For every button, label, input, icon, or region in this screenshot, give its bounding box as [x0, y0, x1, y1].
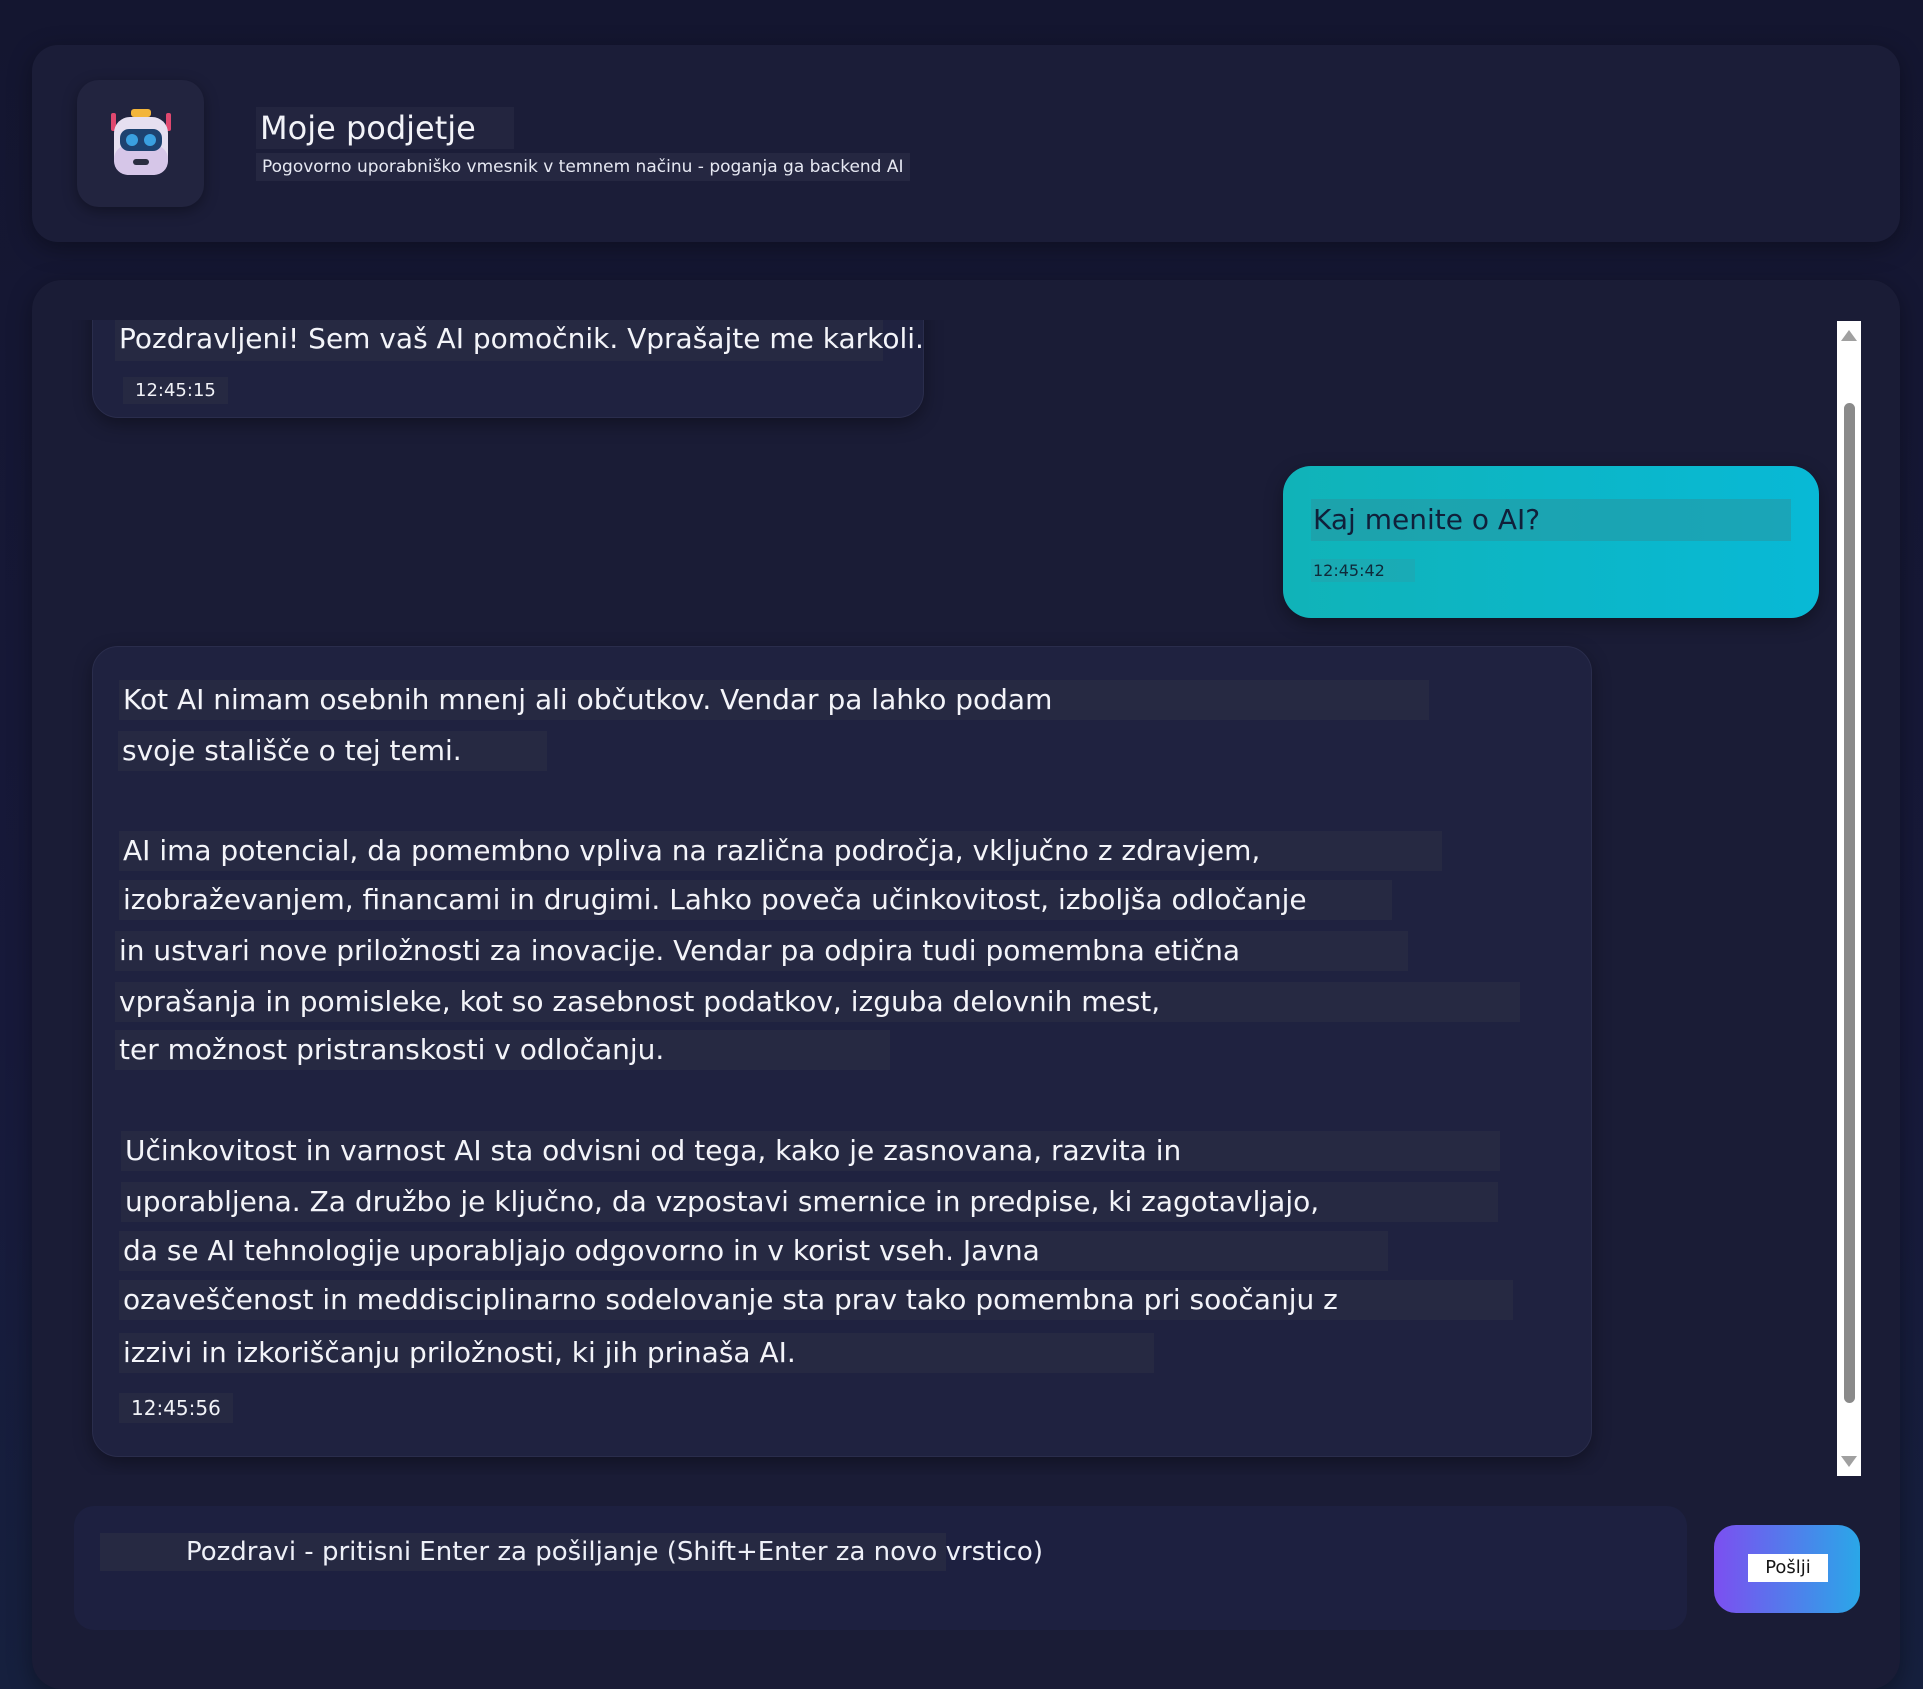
message-line: izzivi in izkoriščanju priložnosti, ki j… [119, 1333, 1154, 1373]
message-line: Kaj menite o AI? [1311, 499, 1791, 541]
send-button[interactable]: Pošlji [1714, 1525, 1860, 1613]
message-line: ter možnost pristranskosti v odločanju. [115, 1030, 890, 1070]
avatar [77, 80, 204, 207]
robot-icon [111, 109, 171, 175]
send-button-label: Pošlji [1748, 1554, 1828, 1582]
message-scrollbar[interactable] [1837, 321, 1861, 1476]
message-line: svoje stališče o tej temi. [118, 731, 547, 771]
scroll-down-icon[interactable] [1841, 1456, 1857, 1467]
message-line: Pozdravljeni! Sem vaš AI pomočnik. Vpraš… [115, 320, 924, 361]
app-root: Moje podjetje Pogovorno uporabniško vmes… [0, 0, 1923, 1689]
user-message: Kaj menite o AI? 12:45:42 [1283, 466, 1819, 618]
message-line: uporabljena. Za družbo je ključno, da vz… [121, 1182, 1498, 1222]
message-line: Učinkovitost in varnost AI sta odvisni o… [121, 1131, 1500, 1171]
message-list[interactable]: Pozdravljeni! Sem vaš AI pomočnik. Vpraš… [32, 320, 1862, 1475]
message-timestamp: 12:45:56 [119, 1393, 233, 1423]
message-timestamp: 12:45:42 [1311, 559, 1415, 582]
header: Moje podjetje Pogovorno uporabniško vmes… [32, 45, 1900, 242]
message-line: AI ima potencial, da pomembno vpliva na … [119, 831, 1442, 871]
message-line: in ustvari nove priložnosti za inovacije… [115, 931, 1408, 971]
page-title: Moje podjetje [256, 107, 514, 149]
scrollbar-thumb[interactable] [1844, 403, 1855, 1403]
assistant-message: Kot AI nimam osebnih mnenj ali občutkov.… [92, 646, 1592, 1457]
message-line: vprašanja in pomisleke, kot so zasebnost… [115, 982, 1520, 1022]
message-timestamp: 12:45:15 [123, 377, 228, 404]
message-line: izobraževanjem, financami in drugimi. La… [119, 880, 1392, 920]
message-line: ozaveščenost in meddisciplinarno sodelov… [119, 1280, 1513, 1320]
input-placeholder[interactable]: Pozdravi - pritisni Enter za pošiljanje … [100, 1533, 1043, 1571]
chat-panel: Pozdravljeni! Sem vaš AI pomočnik. Vpraš… [32, 280, 1900, 1689]
message-line: Kot AI nimam osebnih mnenj ali občutkov.… [119, 680, 1429, 720]
message-input[interactable]: Pozdravi - pritisni Enter za pošiljanje … [74, 1506, 1687, 1630]
scroll-up-icon[interactable] [1841, 330, 1857, 341]
message-line: da se AI tehnologije uporabljajo odgovor… [119, 1231, 1388, 1271]
assistant-message: Pozdravljeni! Sem vaš AI pomočnik. Vpraš… [92, 320, 924, 418]
page-subtitle: Pogovorno uporabniško vmesnik v temnem n… [256, 153, 910, 181]
